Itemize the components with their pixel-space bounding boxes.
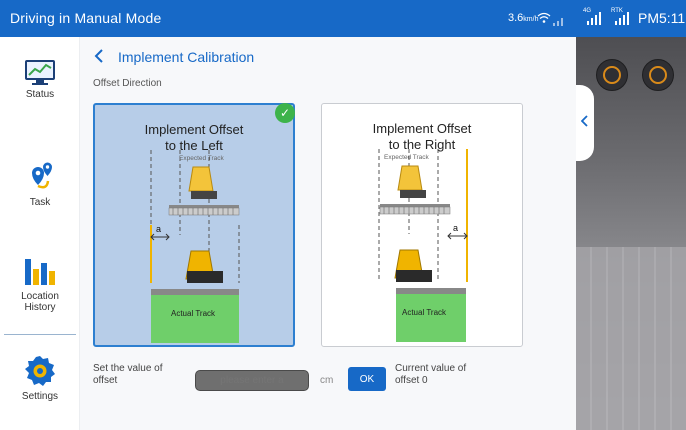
sidebar-item-label: Settings <box>21 391 59 402</box>
section-label: Offset Direction <box>93 78 162 89</box>
signal-4g-icon: 4G <box>583 8 605 25</box>
page-title: Implement Calibration <box>118 49 255 65</box>
camera-button[interactable] <box>596 59 628 91</box>
sidebar-item-label: Task <box>29 197 51 208</box>
actual-track-label: Actual Track <box>402 308 447 317</box>
sidebar: Status Task Location History Settings <box>0 37 80 430</box>
collapse-panel-button[interactable] <box>576 85 594 161</box>
offset-input[interactable] <box>195 370 309 391</box>
camera-icon <box>603 66 621 84</box>
signal-rtk-icon: RTK <box>611 8 633 25</box>
actual-track-label: Actual Track <box>171 309 216 318</box>
offset-a-label: a <box>453 223 459 233</box>
chart-line-icon <box>25 60 55 85</box>
chevron-left-icon <box>94 49 103 63</box>
expected-track-label: Expected Track <box>384 154 429 161</box>
route-pin-icon <box>32 162 52 189</box>
sidebar-divider <box>4 334 76 335</box>
sidebar-item-location-history[interactable]: Location History <box>0 255 80 313</box>
offset-left-option[interactable]: ✓ Implement Offset to the Left Expected … <box>93 103 295 347</box>
calibration-panel: Implement Calibration Offset Direction ✓… <box>80 37 576 430</box>
offset-form: Set the value ofoffset cm OK Current val… <box>80 363 576 403</box>
chevron-left-icon <box>580 115 588 127</box>
mode-title: Driving in Manual Mode <box>10 10 162 26</box>
offset-right-option[interactable]: Implement Offset to the Right Expected T… <box>321 103 523 347</box>
sidebar-item-status[interactable]: Status <box>0 59 80 100</box>
target-icon <box>649 66 667 84</box>
offset-value-label: Set the value of offset <box>93 363 163 386</box>
ok-button[interactable]: OK <box>348 367 386 391</box>
current-offset-label: Current value of offset 0 <box>395 363 467 386</box>
sidebar-item-label: Location History <box>21 291 59 313</box>
wifi-icon <box>537 12 551 23</box>
ground-plane <box>576 247 686 430</box>
signal-icon <box>553 18 563 26</box>
status-bar: Driving in Manual Mode 3.6km/h 4G RTK PM… <box>0 0 686 37</box>
target-button[interactable] <box>642 59 674 91</box>
sidebar-item-label: Status <box>25 89 55 100</box>
back-button[interactable] <box>94 49 104 67</box>
bar-chart-icon <box>25 259 55 285</box>
offset-a-label: a <box>156 224 162 234</box>
unit-label: cm <box>320 375 334 386</box>
expected-track-label: Expected Track <box>179 155 224 162</box>
sidebar-item-task[interactable]: Task <box>0 159 80 208</box>
clock: PM5:11 <box>638 10 686 26</box>
sidebar-item-settings[interactable]: Settings <box>0 355 80 402</box>
speed-readout: 3.6km/h <box>508 12 539 24</box>
gear-icon <box>25 356 55 386</box>
